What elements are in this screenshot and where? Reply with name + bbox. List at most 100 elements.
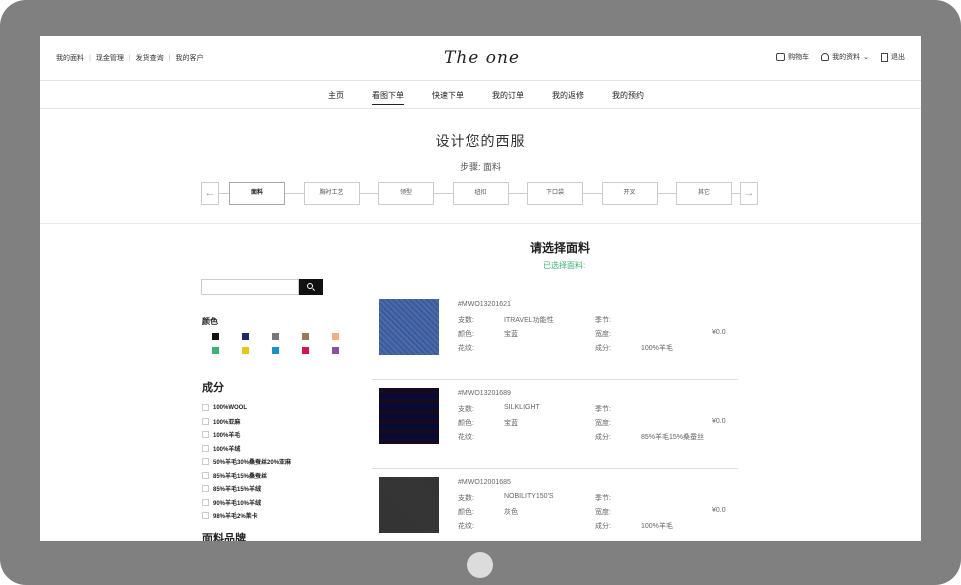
search-input[interactable] [201,279,299,295]
fabric-season-key: 季节: [595,317,611,324]
composition-label: 100%羊绒 [213,446,241,453]
checkbox[interactable] [202,444,209,452]
user-icon [821,53,830,61]
fabric-season-key: 季节: [595,406,611,413]
composition-option[interactable]: 100%羊绒 [202,442,291,456]
top-link-my-fabrics[interactable]: 我的面料 [56,53,84,63]
step-navigator: ← 面料 胸衬工艺 领型 纽扣 下口袋 开叉 其它 → [201,182,761,205]
color-filter-heading: 颜色 [202,317,218,326]
search-button[interactable] [299,279,323,295]
fabric-code: #MWO13201621 [458,301,511,308]
color-swatch[interactable] [242,333,249,340]
fabric-card[interactable]: #MWO13201689 支数: SILKLIGHT 颜色: 宝蓝 花纹: 季节… [372,380,738,469]
composition-option[interactable]: 100%亚麻 [202,415,291,429]
step-connector [434,193,453,194]
device-home-button[interactable] [467,552,493,578]
fabric-composition-value: 100%羊毛 [641,345,673,352]
fabric-swatch-image[interactable] [379,388,439,444]
nav-item[interactable]: 快速下单 [432,90,464,105]
fabric-swatch-image[interactable] [379,477,439,533]
nav-item[interactable]: 主页 [328,90,344,105]
checkbox[interactable] [202,404,209,412]
step-tab[interactable]: 开叉 [601,182,658,205]
nav-item[interactable]: 我的订单 [492,90,524,105]
nav-item[interactable]: 我的预约 [612,90,644,105]
step-tab[interactable]: 领型 [378,182,434,205]
composition-option[interactable]: 50%羊毛30%桑蚕丝20%亚麻 [202,455,291,469]
brand-filter-heading: 面料品牌 [202,533,246,541]
fabric-pattern-key: 花纹: [458,345,474,352]
composition-filter-heading: 成分 [202,382,224,394]
cart-link[interactable]: 购物车 [776,52,809,62]
step-tab[interactable]: 纽扣 [452,182,509,205]
step-connector [219,193,229,194]
composition-label: 100%亚麻 [213,419,241,426]
fabric-color-key: 颜色: [458,509,474,516]
step-tab[interactable]: 下口袋 [527,182,583,205]
fabric-pattern-key: 花纹: [458,523,474,530]
checkbox[interactable] [202,417,209,425]
fabric-card[interactable]: #MWO12001685 支数: NOBILITY150'S 颜色: 灰色 花纹… [372,469,738,541]
fabric-price: ¥0.0 [712,418,726,425]
fabric-count-value: SILKLIGHT [504,404,540,411]
checkbox[interactable] [202,498,209,506]
checkbox[interactable] [202,458,209,466]
color-swatch[interactable] [242,347,249,354]
color-swatch[interactable] [212,347,219,354]
profile-label: 我的资料 [832,54,861,61]
top-link-cash-management[interactable]: 现金管理 [96,53,124,63]
fabric-season-key: 季节: [595,495,611,502]
fabric-color-value: 宝蓝 [504,420,518,427]
color-swatch[interactable] [272,333,279,340]
fabric-code: #MWO13201689 [458,390,511,397]
step-connector [508,193,527,194]
step-tab[interactable]: 面料 [229,182,285,205]
composition-option[interactable]: 90%羊毛10%羊绒 [202,496,291,510]
color-swatch[interactable] [332,333,339,340]
color-swatch[interactable] [272,347,279,354]
color-swatch[interactable] [212,333,219,340]
step-indicator: 步骤: 面料 [459,162,501,172]
nav-item[interactable]: 看图下单 [372,90,404,105]
top-link-shipping-query[interactable]: 发货查询 [136,53,164,63]
fabric-count-value: NOBILITY150'S [504,493,554,500]
cart-icon [776,53,786,61]
color-swatch[interactable] [302,347,309,354]
top-links: 我的面料 | 现金管理 | 发货查询 | 我的客户 [56,53,203,63]
nav-item[interactable]: 我的返修 [552,90,584,105]
fabric-width-key: 宽度: [595,331,611,338]
color-swatch[interactable] [332,347,339,354]
step-prev-button[interactable]: ← [201,182,219,205]
color-swatch[interactable] [302,333,309,340]
separator: | [168,54,171,62]
top-link-my-customers[interactable]: 我的客户 [175,53,203,63]
composition-option[interactable]: 85%羊毛15%桑蚕丝 [202,469,291,483]
composition-label: 85%羊毛15%羊绒 [213,487,262,494]
step-next-button[interactable]: → [740,182,758,205]
fabric-card[interactable]: #MWO13201621 支数: ITRAVEL功能性 颜色: 宝蓝 花纹: 季… [372,291,738,380]
checkbox[interactable] [202,485,209,493]
search-box [201,279,323,295]
top-right-menu: 购物车 我的资料 ⌄ 退出 [776,52,905,62]
step-tab[interactable]: 胸衬工艺 [303,182,360,205]
step-connector [359,193,378,194]
composition-option[interactable]: 85%羊毛15%羊绒 [202,482,291,496]
logo[interactable]: The one [444,48,520,68]
fabric-price: ¥0.0 [712,329,726,336]
fabric-count-key: 支数: [458,495,474,502]
composition-option[interactable]: 100%WOOL [202,401,291,415]
selected-fabric-label: 已选择面料: [543,261,586,270]
checkbox[interactable] [202,431,209,439]
step-connector [285,193,304,194]
checkbox[interactable] [202,471,209,479]
step-tab[interactable]: 其它 [676,182,732,205]
composition-option[interactable]: 98%羊毛2%莱卡 [202,509,291,523]
select-fabric-title: 请选择面料 [530,241,591,255]
fabric-code: #MWO12001685 [458,479,511,486]
composition-option[interactable]: 100%羊毛 [202,428,291,442]
separator: | [128,54,131,62]
checkbox[interactable] [202,512,209,520]
profile-menu[interactable]: 我的资料 ⌄ [821,52,869,62]
fabric-swatch-image[interactable] [379,299,439,355]
logout-link[interactable]: 退出 [881,52,905,62]
